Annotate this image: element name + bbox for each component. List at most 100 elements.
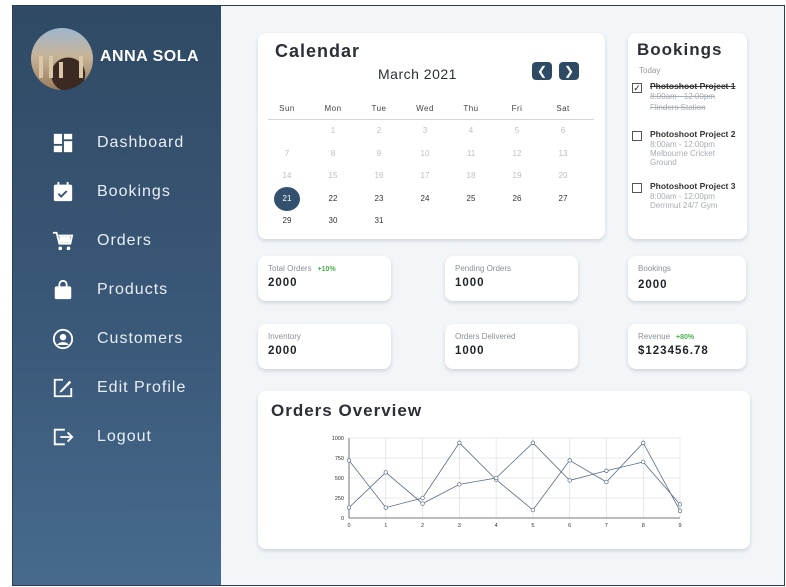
calendar-day[interactable]: 13 [550, 144, 576, 164]
x-tick-label: 0 [347, 523, 350, 529]
stat-value: $123456.78 [638, 345, 709, 357]
stat-badge: +10% [317, 266, 336, 273]
data-point [567, 478, 572, 483]
calendar-day[interactable]: 22 [320, 189, 346, 209]
calendar-day[interactable]: 7 [274, 144, 300, 164]
stat-value: 2000 [638, 279, 668, 291]
calendar-day[interactable]: 26 [504, 189, 530, 209]
nav-item-customers[interactable]: Customers [51, 327, 183, 351]
calendar-card: Calendar March 2021 ❮ ❯ Sun Mon Tue Wed Thu F… [258, 33, 605, 239]
calendar-day[interactable]: 2 [366, 121, 392, 141]
stat-label: Inventory [268, 332, 301, 341]
nav-label: Logout [97, 428, 152, 445]
calendar-day[interactable]: 8 [320, 144, 346, 164]
calendar-day[interactable]: 20 [550, 166, 576, 186]
cart-icon [51, 229, 75, 253]
calendar-day[interactable]: 10 [412, 144, 438, 164]
nav-item-orders[interactable]: Orders [51, 229, 152, 253]
booking-checkbox[interactable] [632, 183, 642, 193]
calendar-icon [51, 180, 75, 204]
y-tick-label: 750 [335, 456, 344, 462]
calendar-day[interactable]: 27 [550, 189, 576, 209]
calendar-day[interactable]: 1 [320, 121, 346, 141]
booking-place: Flinders Station [650, 103, 706, 112]
stat-value: 2000 [268, 345, 298, 357]
x-tick-label: 5 [531, 523, 534, 529]
stat-card-pending-orders: Pending Orders 1000 [445, 256, 578, 301]
logout-icon [51, 425, 75, 449]
stat-value: 2000 [268, 277, 298, 289]
x-tick-label: 2 [421, 523, 424, 529]
nav-item-logout[interactable]: Logout [51, 425, 152, 449]
calendar-day[interactable]: 14 [274, 166, 300, 186]
calendar-title: Calendar [275, 41, 361, 61]
weekday-label: Fri [511, 104, 523, 113]
weekday-label: Sat [556, 104, 570, 113]
booking-name: Photoshoot Project 3 [650, 181, 736, 191]
prev-month-button[interactable]: ❮ [532, 62, 552, 80]
nav-item-edit-profile[interactable]: Edit Profile [51, 376, 186, 400]
booking-name: Photoshoot Project 1 [650, 81, 736, 91]
calendar-day[interactable]: 18 [458, 166, 484, 186]
calendar-day[interactable]: 30 [320, 211, 346, 231]
sidebar: ANNA SOLA Dashboard Bookings Orders Prod… [13, 6, 221, 585]
nav-label: Products [97, 281, 169, 298]
calendar-day[interactable]: 4 [458, 121, 484, 141]
weekday-label: Sun [279, 104, 295, 113]
bookings-card: Bookings Today ✓ Photoshoot Project 1 8:… [628, 33, 747, 239]
orders-overview-card: Orders Overview 0 250 500 750 1000 0 1 2 3 4 5 6 7 8 9 [258, 391, 750, 549]
calendar-divider [268, 119, 594, 120]
data-point [604, 468, 609, 473]
stat-card-orders-delivered: Orders Delivered 1000 [445, 324, 578, 369]
stat-value: 1000 [455, 345, 485, 357]
y-tick-label: 250 [335, 496, 344, 502]
calendar-day[interactable]: 11 [458, 144, 484, 164]
calendar-day[interactable]: 15 [320, 166, 346, 186]
calendar-day[interactable]: 17 [412, 166, 438, 186]
nav-item-products[interactable]: Products [51, 278, 168, 302]
booking-time: 8:00am - 12:00pm [650, 192, 715, 201]
calendar-day-selected[interactable]: 21 [274, 186, 300, 211]
x-tick-label: 9 [678, 523, 681, 529]
calendar-day[interactable]: 31 [366, 211, 392, 231]
calendar-day[interactable]: 16 [366, 166, 392, 186]
nav-label: Orders [97, 232, 152, 249]
y-tick-label: 0 [341, 516, 344, 522]
data-point [420, 501, 425, 506]
avatar[interactable] [31, 28, 93, 90]
calendar-day[interactable]: 24 [412, 189, 438, 209]
calendar-day[interactable]: 23 [366, 189, 392, 209]
calendar-day[interactable]: 19 [504, 166, 530, 186]
nav-label: Bookings [97, 183, 171, 200]
y-tick-label: 1000 [332, 436, 344, 442]
calendar-day[interactable]: 29 [274, 211, 300, 231]
orders-line-chart: 0 250 500 750 1000 0 1 2 3 4 5 6 7 8 9 [332, 436, 683, 529]
data-point [383, 470, 388, 475]
stat-label: Bookings [638, 264, 671, 273]
booking-time: 8:00am - 12:00pm [650, 92, 715, 101]
calendar-day[interactable]: 9 [366, 144, 392, 164]
booking-place: Melbourne Cricket Ground [650, 149, 715, 167]
data-point [530, 440, 536, 445]
calendar-day[interactable]: 5 [504, 121, 530, 141]
calendar-day[interactable]: 6 [550, 121, 576, 141]
nav-item-dashboard[interactable]: Dashboard [51, 131, 184, 155]
data-point [604, 479, 609, 485]
x-tick-label: 4 [495, 523, 498, 529]
calendar-day[interactable]: 3 [412, 121, 438, 141]
calendar-day[interactable]: 12 [504, 144, 530, 164]
stat-card-revenue: Revenue +80% $123456.78 [628, 324, 746, 369]
x-tick-label: 8 [642, 523, 645, 529]
booking-name: Photoshoot Project 2 [650, 129, 736, 139]
next-month-button[interactable]: ❯ [559, 62, 579, 80]
calendar-day[interactable]: 25 [458, 189, 484, 209]
booking-checkbox[interactable]: ✓ [632, 83, 642, 93]
nav-item-bookings[interactable]: Bookings [51, 180, 171, 204]
x-tick-label: 3 [458, 523, 461, 529]
data-point [677, 502, 683, 507]
booking-checkbox[interactable] [632, 131, 642, 141]
stat-card-inventory: Inventory 2000 [258, 324, 391, 369]
stat-card-total-orders: Total Orders +10% 2000 [258, 256, 391, 301]
data-point [346, 505, 352, 510]
stat-value: 1000 [455, 277, 485, 289]
